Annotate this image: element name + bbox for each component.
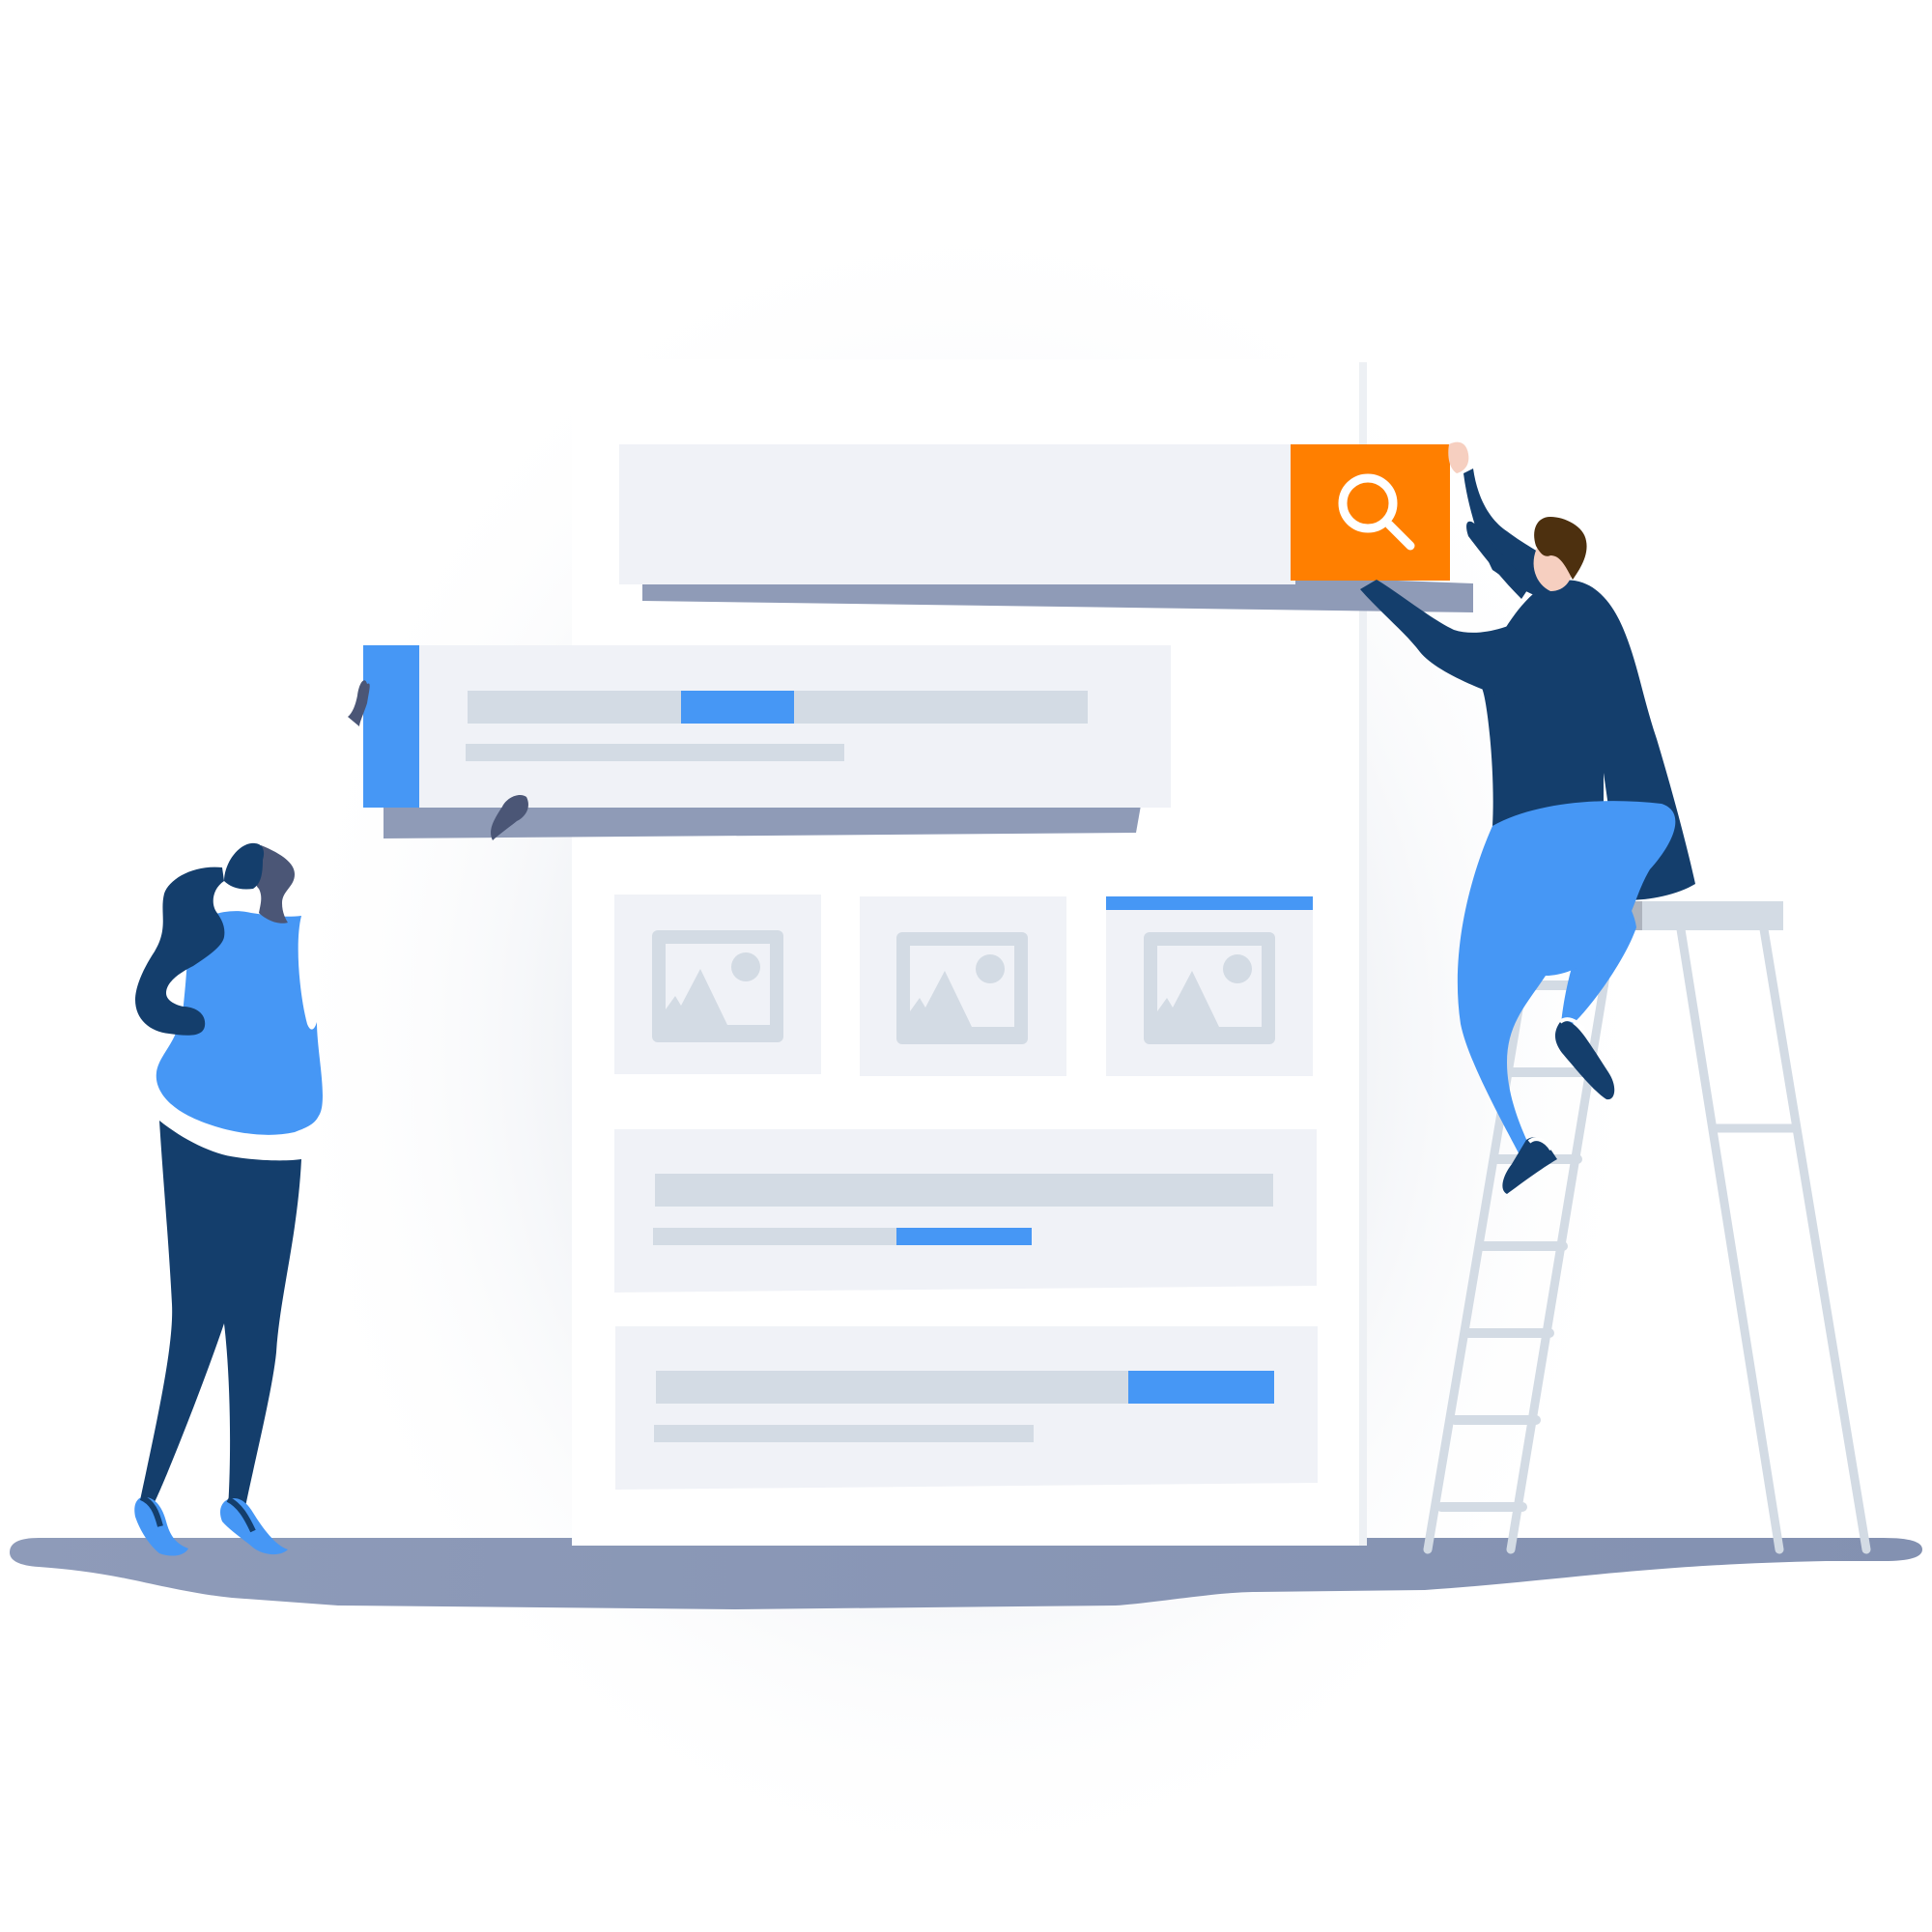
header-card-panel: [363, 645, 1171, 808]
header-card-line-1-highlight: [681, 691, 794, 724]
header-card: [363, 645, 1171, 838]
text-line: [655, 1174, 1273, 1207]
header-card-accent: [363, 645, 419, 808]
text-line: [653, 1228, 898, 1245]
illustration-canvas: [10, 193, 1922, 1893]
text-line: [654, 1425, 1034, 1442]
image-placeholder-icon: [896, 932, 1028, 1044]
header-card-line-2: [466, 744, 844, 761]
image-card-2: [860, 896, 1066, 1076]
text-block-2: [615, 1326, 1318, 1490]
text-block-1: [614, 1129, 1317, 1293]
image-placeholder-icon: [1144, 932, 1275, 1044]
image-card-3: [1106, 896, 1313, 1076]
text-line-highlight: [1128, 1371, 1274, 1404]
image-card-3-accent: [1106, 896, 1313, 910]
search-bar: [619, 444, 1473, 612]
text-line-highlight: [896, 1228, 1032, 1245]
image-placeholder-icon: [652, 930, 783, 1042]
image-card-1: [614, 895, 821, 1074]
ground-shadow: [10, 1538, 1922, 1609]
search-button[interactable]: [1291, 444, 1450, 581]
search-input[interactable]: [619, 444, 1295, 584]
